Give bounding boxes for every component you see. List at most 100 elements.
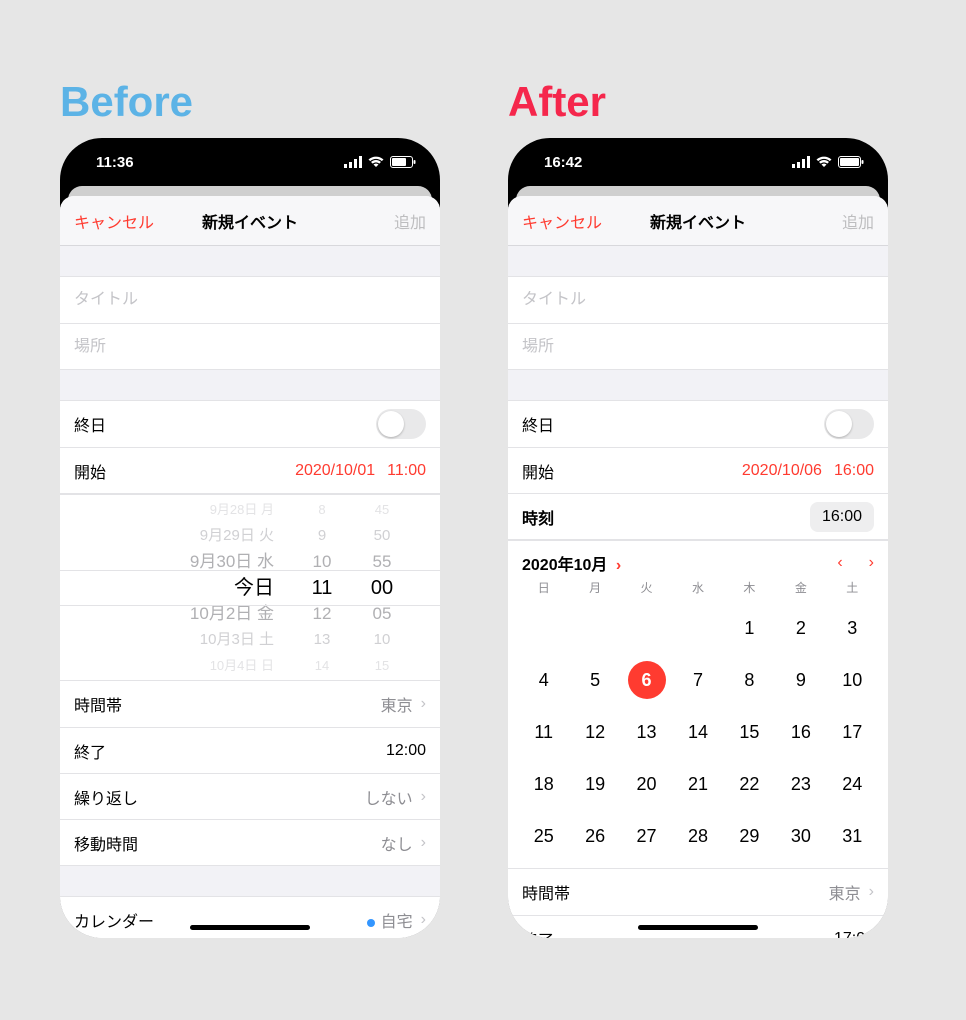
calendar-day[interactable]: 4 [518, 654, 569, 706]
weekday-label: 金 [775, 579, 826, 596]
calendar-grid[interactable]: 1234567891011121314151617181920212223242… [508, 602, 888, 868]
home-indicator [638, 925, 758, 930]
calendar-day[interactable]: 23 [775, 758, 826, 810]
calendar-day[interactable]: 6 [621, 654, 672, 706]
picker-row[interactable]: 今日 [120, 575, 274, 601]
calendar-day[interactable]: 28 [672, 810, 723, 862]
picker-row[interactable]: 10 [374, 627, 391, 653]
start-row[interactable]: 開始 2020/10/0111:00 [60, 447, 440, 493]
picker-row[interactable]: 00 [371, 575, 393, 601]
home-indicator [190, 925, 310, 930]
location-field[interactable] [508, 323, 888, 369]
start-label: 開始 [74, 459, 106, 483]
picker-row[interactable]: 55 [373, 549, 392, 575]
picker-row[interactable]: 45 [375, 497, 389, 523]
calendar-day[interactable]: 31 [827, 810, 878, 862]
picker-row[interactable]: 10月3日 土 [120, 627, 274, 653]
calendar-day[interactable]: 25 [518, 810, 569, 862]
sheet-content: 終日 開始 2020/10/0616:00 時刻 16:00 [508, 246, 888, 938]
calendar-day[interactable]: 17 [827, 706, 878, 758]
picker-row[interactable]: 05 [373, 601, 392, 627]
picker-row[interactable]: 15 [375, 653, 389, 679]
start-row[interactable]: 開始 2020/10/0616:00 [508, 447, 888, 493]
title-input[interactable] [522, 291, 874, 309]
status-bar: 11:36 [60, 138, 440, 186]
datetime-wheel-picker[interactable]: 9月28日 月9月29日 火9月30日 水今日10月2日 金10月3日 土10月… [60, 494, 440, 680]
time-row[interactable]: 時刻 16:00 [508, 493, 888, 539]
picker-row[interactable]: 10月4日 日 [120, 653, 274, 679]
comparison-canvas: Before After 11:36 キャンセル 新規イベント 追加 [0, 0, 966, 1020]
calendar-day[interactable]: 11 [518, 706, 569, 758]
calendar-day[interactable]: 3 [827, 602, 878, 654]
calendar-day[interactable]: 1 [724, 602, 775, 654]
allday-row[interactable]: 終日 [508, 401, 888, 447]
timezone-value: 東京 [381, 692, 413, 716]
calendar-day[interactable]: 30 [775, 810, 826, 862]
end-row[interactable]: 終了 12:00 [60, 727, 440, 773]
picker-row[interactable]: 14 [315, 653, 329, 679]
calendar-day[interactable]: 18 [518, 758, 569, 810]
calendar-day[interactable]: 21 [672, 758, 723, 810]
calendar-day[interactable]: 24 [827, 758, 878, 810]
weekday-label: 水 [672, 579, 723, 596]
location-field[interactable] [60, 323, 440, 369]
picker-row[interactable]: 10 [313, 549, 332, 575]
calendar-day[interactable]: 20 [621, 758, 672, 810]
time-pill[interactable]: 16:00 [810, 502, 874, 532]
month-picker[interactable]: 2020年10月 › [522, 551, 621, 575]
status-icons [344, 156, 416, 168]
calendar-day[interactable]: 9 [775, 654, 826, 706]
location-input[interactable] [522, 338, 874, 356]
picker-row[interactable]: 13 [314, 627, 331, 653]
title-field[interactable] [508, 277, 888, 323]
title-field[interactable] [60, 277, 440, 323]
calendar-day[interactable]: 29 [724, 810, 775, 862]
calendar-day-empty [672, 602, 723, 654]
picker-row[interactable]: 8 [318, 497, 325, 523]
cancel-button[interactable]: キャンセル [74, 209, 154, 233]
calendar-day[interactable]: 7 [672, 654, 723, 706]
calendar-day[interactable]: 26 [569, 810, 620, 862]
calendar-day-empty [569, 602, 620, 654]
start-date-value: 2020/10/01 [295, 462, 375, 479]
cancel-button[interactable]: キャンセル [522, 209, 602, 233]
calendar-day[interactable]: 16 [775, 706, 826, 758]
calendar-day[interactable]: 19 [569, 758, 620, 810]
travel-row[interactable]: 移動時間 なし › [60, 819, 440, 865]
calendar-day-empty [621, 602, 672, 654]
allday-toggle[interactable] [824, 409, 874, 439]
allday-row[interactable]: 終日 [60, 401, 440, 447]
picker-row[interactable]: 9月30日 水 [120, 549, 274, 575]
add-button[interactable]: 追加 [842, 209, 874, 233]
calendar-day[interactable]: 14 [672, 706, 723, 758]
calendar-day[interactable]: 2 [775, 602, 826, 654]
prev-month-button[interactable]: ‹ [837, 554, 842, 572]
chevron-right-icon: › [869, 883, 874, 901]
picker-row[interactable]: 12 [313, 601, 332, 627]
picker-row[interactable]: 9 [318, 523, 326, 549]
picker-row[interactable]: 10月2日 金 [120, 601, 274, 627]
picker-row[interactable]: 50 [374, 523, 391, 549]
wifi-icon [368, 156, 384, 168]
calendar-day[interactable]: 13 [621, 706, 672, 758]
calendar-day[interactable]: 8 [724, 654, 775, 706]
calendar-day[interactable]: 12 [569, 706, 620, 758]
location-input[interactable] [74, 338, 426, 356]
title-input[interactable] [74, 291, 426, 309]
travel-label: 移動時間 [74, 831, 138, 855]
calendar-day[interactable]: 10 [827, 654, 878, 706]
timezone-row[interactable]: 時間帯 東京 › [60, 681, 440, 727]
calendar-day[interactable]: 22 [724, 758, 775, 810]
calendar-day[interactable]: 15 [724, 706, 775, 758]
repeat-row[interactable]: 繰り返し しない › [60, 773, 440, 819]
picker-row[interactable]: 9月28日 月 [120, 497, 274, 523]
calendar-row[interactable]: カレンダー 自宅 › [60, 897, 440, 938]
allday-toggle[interactable] [376, 409, 426, 439]
calendar-day[interactable]: 27 [621, 810, 672, 862]
add-button[interactable]: 追加 [394, 209, 426, 233]
picker-row[interactable]: 9月29日 火 [120, 523, 274, 549]
timezone-row[interactable]: 時間帯 東京 › [508, 869, 888, 915]
calendar-day[interactable]: 5 [569, 654, 620, 706]
next-month-button[interactable]: › [869, 554, 874, 572]
picker-row[interactable]: 11 [312, 575, 333, 601]
